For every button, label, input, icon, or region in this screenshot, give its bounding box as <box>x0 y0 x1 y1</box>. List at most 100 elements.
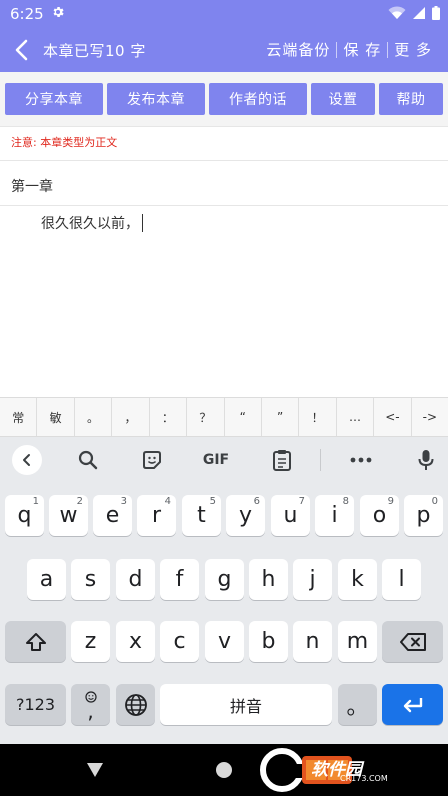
key-o[interactable]: o9 <box>360 495 399 536</box>
backspace-key[interactable] <box>382 621 443 662</box>
key-g[interactable]: g <box>205 559 244 600</box>
app-bar: 本章已写10 字 云端备份 保 存 更 多 <box>0 28 448 72</box>
keyboard-sticker-button[interactable] <box>138 446 166 474</box>
key-j[interactable]: j <box>293 559 332 600</box>
key-hint: 1 <box>32 496 39 507</box>
key-label: q <box>17 503 32 528</box>
cloud-backup-button[interactable]: 云端备份 <box>260 39 336 60</box>
key-e[interactable]: e3 <box>93 495 132 536</box>
editor-toolbar: 分享本章 发布本章 作者的话 设置 帮助 <box>0 72 448 126</box>
key-b[interactable]: b <box>249 621 288 662</box>
key-w[interactable]: w2 <box>49 495 88 536</box>
key-hint: 9 <box>387 496 394 507</box>
publish-chapter-button[interactable]: 发布本章 <box>107 83 205 115</box>
keyboard-search-button[interactable] <box>74 446 102 474</box>
key-m[interactable]: m <box>338 621 377 662</box>
symbol-key[interactable]: 常 <box>0 398 38 436</box>
save-button[interactable]: 保 存 <box>337 39 387 60</box>
key-hint: 5 <box>209 496 216 507</box>
symbol-key[interactable]: … <box>337 398 375 436</box>
chapter-body-editor[interactable]: 很久很久以前， <box>41 213 143 233</box>
wifi-icon <box>388 6 406 19</box>
enter-icon <box>403 697 422 712</box>
watermark-subtext: CR173.COM <box>340 774 388 783</box>
period-key[interactable]: 。 <box>338 684 377 725</box>
key-d[interactable]: d <box>116 559 155 600</box>
key-c[interactable]: c <box>160 621 199 662</box>
cellular-signal-icon <box>413 7 425 19</box>
symbol-key[interactable]: ！ <box>299 398 337 436</box>
keyboard-collapse-button[interactable] <box>12 445 42 475</box>
key-n[interactable]: n <box>293 621 332 662</box>
key-h[interactable]: h <box>249 559 288 600</box>
keyboard-more-button[interactable] <box>347 446 375 474</box>
key-s[interactable]: s <box>71 559 110 600</box>
keyboard-gif-button[interactable]: GIF <box>196 446 236 474</box>
battery-icon <box>432 6 440 20</box>
nav-back-icon[interactable] <box>86 762 104 778</box>
key-p[interactable]: p0 <box>404 495 443 536</box>
language-switch-key[interactable] <box>116 684 155 725</box>
symbol-key[interactable]: ” <box>262 398 300 436</box>
globe-icon <box>124 693 147 716</box>
key-f[interactable]: f <box>160 559 199 600</box>
more-dots-icon <box>350 457 372 463</box>
key-k[interactable]: k <box>338 559 377 600</box>
key-x[interactable]: x <box>116 621 155 662</box>
key-v[interactable]: v <box>205 621 244 662</box>
key-hint: 4 <box>164 496 171 507</box>
key-a[interactable]: a <box>27 559 66 600</box>
chapter-title-input[interactable]: 第一章 <box>11 176 53 196</box>
key-label: r <box>151 503 162 528</box>
status-bar: 6:25 <box>0 0 448 28</box>
key-u[interactable]: u7 <box>271 495 310 536</box>
back-arrow-icon[interactable] <box>12 39 32 61</box>
key-hint: 3 <box>120 496 127 507</box>
microphone-icon <box>418 450 434 470</box>
symbol-key[interactable]: 敏 <box>37 398 75 436</box>
space-key[interactable]: 拼音 <box>160 684 332 725</box>
key-hint: 2 <box>76 496 83 507</box>
key-label: w <box>59 503 78 528</box>
key-q[interactable]: q1 <box>5 495 44 536</box>
shift-key[interactable] <box>5 621 66 662</box>
symbol-key[interactable]: -> <box>412 398 448 436</box>
text-cursor <box>142 214 143 232</box>
share-chapter-button[interactable]: 分享本章 <box>5 83 103 115</box>
symbol-key[interactable]: ， <box>112 398 150 436</box>
key-i[interactable]: i8 <box>315 495 354 536</box>
symbol-key[interactable]: <- <box>374 398 412 436</box>
divider <box>0 205 448 206</box>
sticker-icon <box>143 451 161 469</box>
keyboard-clipboard-button[interactable] <box>268 446 296 474</box>
help-button[interactable]: 帮助 <box>379 83 443 115</box>
symbol-key[interactable]: 。 <box>75 398 113 436</box>
symbol-bar: 常 敏 。 ， ： ？ “ ” ！ … <- -> <box>0 397 448 437</box>
app-bar-actions: 云端备份 保 存 更 多 <box>260 39 438 60</box>
symbol-key[interactable]: ？ <box>187 398 225 436</box>
divider <box>0 160 448 161</box>
key-l[interactable]: l <box>382 559 421 600</box>
settings-button[interactable]: 设置 <box>311 83 375 115</box>
more-button[interactable]: 更 多 <box>388 39 438 60</box>
symbol-key[interactable]: “ <box>225 398 262 436</box>
nav-home-button[interactable] <box>216 762 232 778</box>
settings-gear-icon <box>53 6 64 18</box>
symbol-key[interactable]: ： <box>150 398 188 436</box>
author-note-button[interactable]: 作者的话 <box>209 83 307 115</box>
key-label: o <box>372 503 387 528</box>
symbols-mode-key[interactable]: ?123 <box>5 684 66 725</box>
backspace-icon <box>399 632 426 651</box>
emoji-comma-key[interactable]: , <box>71 684 110 725</box>
key-r[interactable]: r4 <box>137 495 176 536</box>
key-label: i <box>331 503 338 528</box>
soft-keyboard: GIF q1 w2 e3 r4 t5 y6 u 7 i 8 o 9 p 0 a … <box>0 437 448 744</box>
key-z[interactable]: z <box>71 621 110 662</box>
key-label: y <box>238 503 253 528</box>
search-icon <box>78 450 98 470</box>
enter-key[interactable] <box>382 684 443 725</box>
keyboard-voice-button[interactable] <box>412 446 440 474</box>
key-y[interactable]: y6 <box>226 495 265 536</box>
comma-label: , <box>87 698 94 723</box>
key-t[interactable]: t5 <box>182 495 221 536</box>
